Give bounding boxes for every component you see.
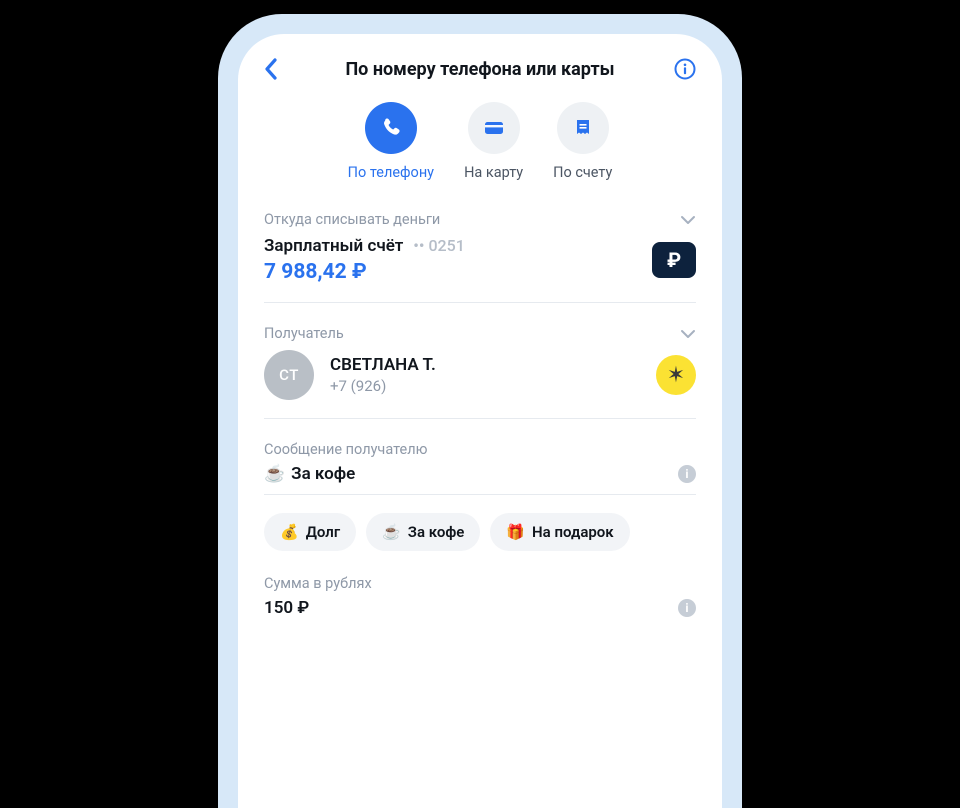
method-by-card[interactable]: На карту — [464, 102, 523, 181]
ruble-icon: ₽ — [667, 248, 681, 272]
chip-label: За кофе — [408, 523, 465, 541]
chevron-down-icon — [680, 329, 696, 339]
amount-info-icon[interactable]: i — [678, 599, 696, 617]
source-account-info: Зарплатный счёт •• 0251 7 988,42 ₽ — [264, 236, 465, 284]
info-button[interactable] — [672, 58, 696, 80]
recipient-row[interactable]: СТ СВЕТЛАНА Т. +7 (926) ✶ — [264, 350, 696, 419]
message-suggestion-chips: 💰 Долг ☕ За кофе 🎁 На подарок — [264, 513, 696, 551]
avatar-initials: СТ — [279, 366, 299, 384]
recipient-section-label: Получатель — [264, 325, 344, 342]
chevron-down-icon — [680, 215, 696, 225]
phone-icon — [365, 102, 417, 154]
recipient-name: СВЕТЛАНА Т. — [330, 355, 640, 375]
amount-input[interactable]: 150 ₽ i — [264, 598, 696, 618]
moneybag-icon: 💰 — [280, 523, 299, 541]
source-account-selector[interactable]: Откуда списывать деньги — [264, 211, 696, 228]
message-value: За кофе — [291, 464, 355, 484]
message-section-label: Сообщение получателю — [264, 441, 427, 458]
chip-label: Долг — [306, 523, 340, 541]
phone-frame: По номеру телефона или карты — [218, 14, 742, 808]
chip-gift[interactable]: 🎁 На подарок — [490, 513, 629, 551]
account-name: Зарплатный счёт — [264, 236, 403, 256]
receipt-icon — [557, 102, 609, 154]
recipient-selector[interactable]: Получатель — [264, 325, 696, 342]
message-info-icon[interactable]: i — [678, 465, 696, 483]
info-icon — [674, 58, 696, 80]
card-icon — [468, 102, 520, 154]
amount-section-label: Сумма в рублях — [264, 575, 372, 592]
recipient-info: СВЕТЛАНА Т. +7 (926) — [330, 355, 640, 395]
header: По номеру телефона или карты — [264, 58, 696, 80]
account-balance: 7 988,42 ₽ — [264, 260, 465, 284]
coffee-icon: ☕ — [264, 464, 285, 484]
coffee-icon: ☕ — [382, 523, 401, 541]
chip-label: На подарок — [532, 523, 614, 541]
bank-badge-icon: ✶ — [656, 355, 696, 395]
method-label: По телефону — [348, 164, 434, 181]
back-button[interactable] — [264, 58, 288, 80]
currency-badge: ₽ — [652, 242, 696, 278]
account-mask: •• 0251 — [413, 236, 465, 255]
method-label: На карту — [464, 164, 523, 181]
amount-section-header: Сумма в рублях — [264, 575, 696, 592]
message-input[interactable]: ☕ За кофе i — [264, 464, 696, 495]
message-text: ☕ За кофе — [264, 464, 355, 484]
method-label: По счету — [553, 164, 612, 181]
source-account-row[interactable]: Зарплатный счёт •• 0251 7 988,42 ₽ ₽ — [264, 236, 696, 303]
chip-coffee[interactable]: ☕ За кофе — [366, 513, 480, 551]
avatar: СТ — [264, 350, 314, 400]
transfer-method-tabs: По телефону На карту — [264, 102, 696, 181]
chevron-left-icon — [264, 58, 278, 80]
message-section-header: Сообщение получателю — [264, 441, 696, 458]
page-title: По номеру телефона или карты — [288, 59, 672, 80]
method-by-account[interactable]: По счету — [553, 102, 612, 181]
amount-value: 150 ₽ — [264, 598, 309, 618]
gift-icon: 🎁 — [506, 523, 525, 541]
source-section-label: Откуда списывать деньги — [264, 211, 440, 228]
method-by-phone[interactable]: По телефону — [348, 102, 434, 181]
screen: По номеру телефона или карты — [238, 34, 722, 808]
recipient-phone: +7 (926) — [330, 377, 640, 395]
chip-debt[interactable]: 💰 Долг — [264, 513, 356, 551]
